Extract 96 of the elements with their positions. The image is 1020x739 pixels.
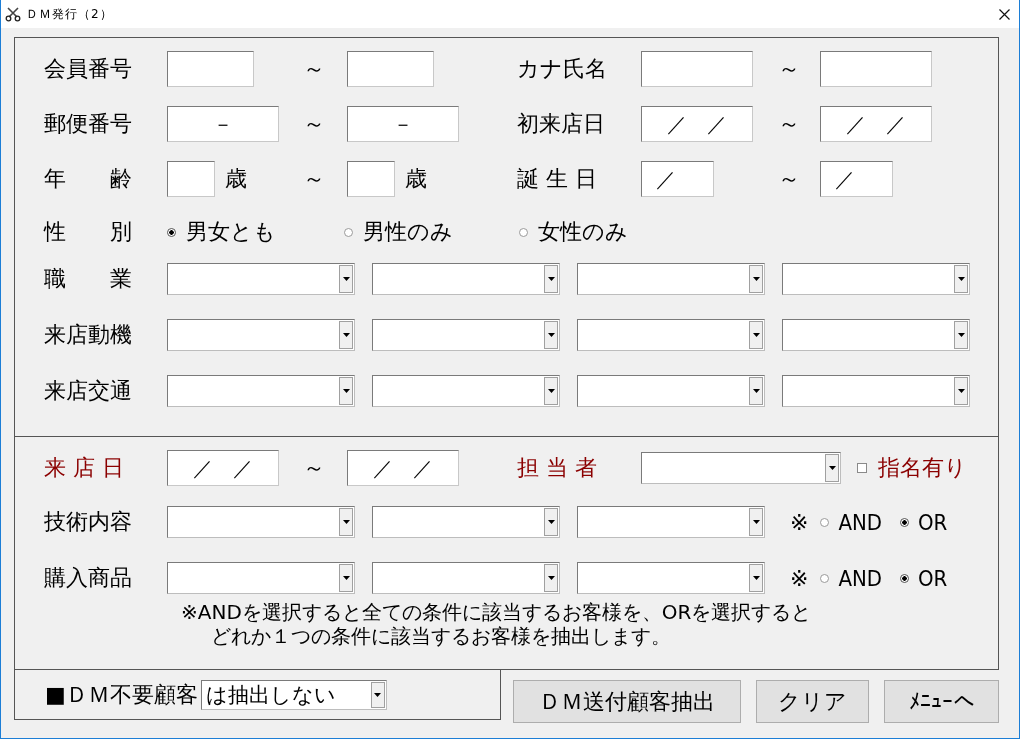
note-mark: ※ xyxy=(790,565,809,591)
field-label: 担 当 者 xyxy=(517,455,597,480)
dropdown[interactable] xyxy=(167,506,355,538)
note-text: どれか１つの条件に該当するお客様を抽出します。 xyxy=(211,624,672,648)
dropdown[interactable] xyxy=(372,375,560,407)
dropdown[interactable] xyxy=(782,319,970,351)
input-field[interactable] xyxy=(167,161,215,197)
input-field[interactable]: － xyxy=(347,106,459,142)
dropdown[interactable] xyxy=(577,319,765,351)
range-separator: ～ xyxy=(303,111,325,136)
caret-icon xyxy=(957,389,965,393)
dropdown[interactable] xyxy=(782,263,970,295)
caret-icon xyxy=(547,333,555,337)
input-field[interactable]: ／ ／ xyxy=(641,106,753,142)
caret-icon xyxy=(752,576,760,580)
input-field[interactable]: ／ ／ xyxy=(820,106,932,142)
scissors-icon xyxy=(5,6,21,22)
action-button[interactable]: クリア xyxy=(756,680,869,723)
caret-icon xyxy=(547,389,555,393)
dropdown[interactable] xyxy=(167,263,355,295)
field-label: 来店動機 xyxy=(44,322,132,347)
dropdown[interactable] xyxy=(372,562,560,594)
radio-option[interactable]: OR xyxy=(900,509,948,535)
dropdown[interactable]: は抽出しない xyxy=(200,679,387,710)
close-icon[interactable] xyxy=(999,8,1010,20)
caret-icon xyxy=(342,576,350,580)
caret-icon xyxy=(342,389,350,393)
field-label: 年 齢 xyxy=(44,166,132,191)
range-separator: ～ xyxy=(778,111,800,136)
unit-label: 歳 xyxy=(225,165,247,193)
input-field[interactable] xyxy=(820,51,932,87)
caret-icon xyxy=(547,277,555,281)
caret-icon xyxy=(957,333,965,337)
input-field[interactable] xyxy=(347,161,395,197)
range-separator: ～ xyxy=(303,166,325,191)
caret-icon xyxy=(342,520,350,524)
caret-icon xyxy=(957,277,965,281)
caret-icon xyxy=(342,333,350,337)
note-mark: ※ xyxy=(790,509,809,535)
radio-option[interactable]: OR xyxy=(900,565,948,591)
field-label: 購入商品 xyxy=(44,565,132,590)
window-title: ＤＭ発行（2） xyxy=(26,5,113,23)
caret-icon xyxy=(342,277,350,281)
caret-icon xyxy=(374,692,382,697)
input-field[interactable]: ／ xyxy=(641,161,714,197)
field-label: カナ氏名 xyxy=(517,56,607,81)
radio-option[interactable]: 女性のみ xyxy=(519,217,628,247)
range-separator: ～ xyxy=(303,56,325,81)
dropdown[interactable] xyxy=(641,452,841,484)
field-label: 職 業 xyxy=(44,266,132,291)
caret-icon xyxy=(752,333,760,337)
dropdown[interactable] xyxy=(372,319,560,351)
action-button[interactable]: ﾒﾆｭｰへ xyxy=(884,680,999,723)
field-label: 郵便番号 xyxy=(44,111,132,136)
dropdown[interactable] xyxy=(782,375,970,407)
dropdown[interactable] xyxy=(167,375,355,407)
caret-icon xyxy=(547,576,555,580)
range-separator: ～ xyxy=(303,455,325,480)
field-label: 性 別 xyxy=(44,219,132,244)
dropdown[interactable] xyxy=(167,562,355,594)
dropdown[interactable] xyxy=(577,562,765,594)
field-label: 来 店 日 xyxy=(44,455,124,480)
range-separator: ～ xyxy=(778,56,800,81)
caret-icon xyxy=(752,389,760,393)
action-button[interactable]: ＤＭ送付顧客抽出 xyxy=(513,680,741,723)
dropdown[interactable] xyxy=(372,263,560,295)
radio-option[interactable]: 男女とも xyxy=(167,217,344,247)
dropdown[interactable] xyxy=(577,506,765,538)
field-label: 初来店日 xyxy=(517,111,605,136)
caret-icon xyxy=(828,466,836,470)
range-separator: ～ xyxy=(778,166,800,191)
caret-icon xyxy=(752,277,760,281)
field-label: 会員番号 xyxy=(44,56,132,81)
radio-option[interactable]: AND xyxy=(820,509,883,535)
input-field[interactable]: － xyxy=(167,106,279,142)
caret-icon xyxy=(547,520,555,524)
radio-option[interactable]: AND xyxy=(820,565,883,591)
note-text: ※ANDを選択すると全ての条件に該当するお客様を、ORを選択すると xyxy=(181,600,813,624)
input-field[interactable]: ／ ／ xyxy=(167,450,279,486)
field-label: 誕 生 日 xyxy=(517,166,597,191)
input-field[interactable] xyxy=(167,51,254,87)
dropdown[interactable] xyxy=(577,263,765,295)
dropdown[interactable] xyxy=(372,506,560,538)
checkbox[interactable]: 指名有り xyxy=(857,453,967,483)
input-field[interactable] xyxy=(641,51,753,87)
dropdown[interactable] xyxy=(577,375,765,407)
input-field[interactable]: ／ xyxy=(820,161,893,197)
field-label: ■ＤＭ不要顧客 xyxy=(45,680,198,709)
unit-label: 歳 xyxy=(405,165,427,193)
caret-icon xyxy=(752,520,760,524)
input-field[interactable]: ／ ／ xyxy=(347,450,459,486)
field-label: 技術内容 xyxy=(44,509,132,534)
input-field[interactable] xyxy=(347,51,434,87)
dropdown[interactable] xyxy=(167,319,355,351)
radio-option[interactable]: 男性のみ xyxy=(344,217,519,247)
field-label: 来店交通 xyxy=(44,378,132,403)
